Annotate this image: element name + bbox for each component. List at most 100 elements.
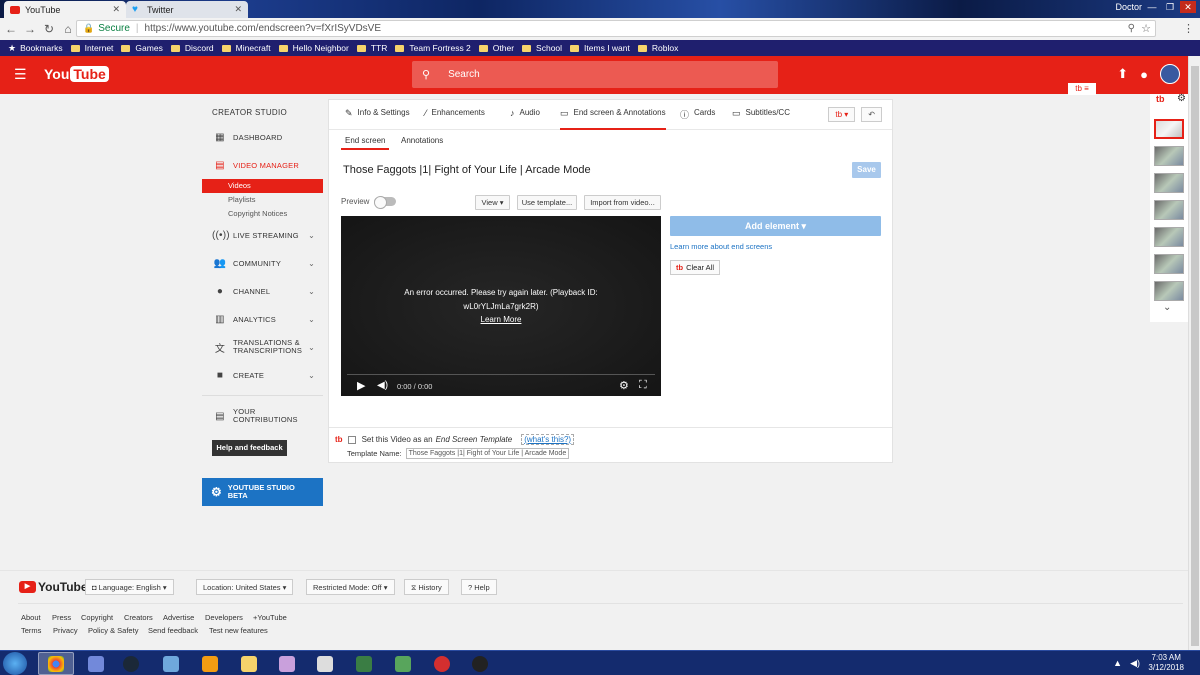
maximize-icon[interactable]: ❐	[1162, 1, 1178, 13]
zoom-icon[interactable]: ⚲	[1128, 23, 1135, 34]
learn-more-link[interactable]: Learn More	[341, 315, 661, 324]
volume-icon[interactable]: ◀)	[377, 380, 388, 391]
whats-this-link[interactable]: (what's this?)	[521, 434, 575, 445]
view-dropdown[interactable]: View ▾	[475, 195, 510, 210]
page-scrollbar[interactable]	[1188, 56, 1200, 650]
media-player-taskbar-icon[interactable]	[192, 652, 228, 675]
clear-all-button[interactable]: tb Clear All	[670, 260, 720, 275]
help-button[interactable]: ? Help	[461, 579, 497, 595]
back-arrow-icon[interactable]: ↶	[861, 107, 882, 122]
search-input[interactable]: ⚲ Search	[412, 61, 778, 88]
bookmark-item[interactable]: ★ Bookmarks	[8, 43, 63, 54]
settings-gear-icon[interactable]: ⚙	[619, 379, 629, 392]
footer-link[interactable]: Developers	[205, 613, 243, 622]
discord-taskbar-icon[interactable]	[78, 652, 114, 675]
app-taskbar-icon[interactable]	[153, 652, 189, 675]
tab-audio[interactable]: ♪ Audio	[510, 108, 540, 130]
bookmark-item[interactable]: TTR	[356, 43, 387, 53]
set-template-checkbox[interactable]	[347, 435, 356, 444]
video-player[interactable]: An error occurred. Please try again late…	[341, 216, 661, 396]
fullscreen-icon[interactable]: ⛶	[639, 379, 647, 392]
bookmark-item[interactable]: Items I want	[570, 43, 630, 53]
file-explorer-taskbar-icon[interactable]	[231, 652, 267, 675]
template-name-input[interactable]: Those Faggots |1| Fight of Your Life | A…	[405, 448, 570, 459]
video-thumbnail[interactable]	[1154, 254, 1184, 274]
sidebar-item-translations[interactable]: 文 TRANSLATIONS & TRANSCRIPTIONS ⌄	[202, 333, 323, 361]
sidebar-item-your-contributions[interactable]: ▤ YOUR CONTRIBUTIONS	[202, 402, 323, 430]
progress-bar[interactable]	[347, 374, 655, 375]
forward-icon[interactable]: →	[22, 22, 38, 36]
toggle-switch[interactable]	[374, 196, 397, 209]
video-thumbnail[interactable]	[1154, 227, 1184, 247]
tray-arrow-icon[interactable]: ▲	[1113, 658, 1122, 669]
chevron-down-icon[interactable]: ⌄	[1163, 302, 1171, 313]
import-from-video-button[interactable]: Import from video...	[584, 195, 661, 210]
sidebar-item-create[interactable]: ■ CREATE ⌄	[202, 361, 323, 389]
extension-dropdown-button[interactable]: tb ▾	[828, 107, 856, 122]
bookmark-item[interactable]: Other	[478, 43, 514, 53]
sidebar-sub-videos[interactable]: Videos	[202, 179, 323, 193]
tab-subtitles[interactable]: ▭ Subtitles/CC	[732, 108, 790, 130]
cursor-app-taskbar-icon[interactable]	[424, 652, 460, 675]
bookmark-item[interactable]: Games	[121, 43, 163, 53]
save-button[interactable]: Save	[852, 162, 881, 178]
youtube-studio-beta-button[interactable]: ⚙ YOUTUBE STUDIO BETA	[202, 478, 323, 506]
tab-end-screen-annotations[interactable]: ▭ End screen & Annotations	[560, 108, 666, 130]
bookmark-item[interactable]: Roblox	[637, 43, 678, 53]
tab-cards[interactable]: ⓘ Cards	[680, 108, 715, 130]
subtab-annotations[interactable]: Annotations	[401, 136, 443, 150]
scrollbar-thumb[interactable]	[1191, 66, 1199, 646]
chrome-taskbar-icon[interactable]	[38, 652, 74, 675]
app-taskbar-icon[interactable]	[346, 652, 382, 675]
add-element-button[interactable]: Add element ▾	[670, 216, 881, 236]
sidebar-item-analytics[interactable]: ▥ ANALYTICS ⌄	[202, 305, 323, 333]
footer-link[interactable]: Terms	[21, 626, 41, 635]
history-button[interactable]: ⧖ History	[404, 579, 449, 595]
extension-menu-icon[interactable]: tb ≡	[1068, 83, 1096, 95]
footer-link[interactable]: Send feedback	[148, 626, 198, 635]
footer-logo[interactable]: ▶ YouTube	[19, 580, 88, 594]
footer-link[interactable]: +YouTube	[253, 613, 287, 622]
footer-link[interactable]: Press	[52, 613, 71, 622]
sidebar-item-dashboard[interactable]: ▦ DASHBOARD	[202, 123, 323, 151]
close-window-icon[interactable]: ✕	[1180, 1, 1196, 13]
notifications-icon[interactable]: ●	[1140, 67, 1148, 82]
bookmark-item[interactable]: School	[522, 43, 562, 53]
hamburger-menu-icon[interactable]: ☰	[14, 66, 27, 83]
help-feedback-button[interactable]: Help and feedback	[212, 440, 287, 456]
sidebar-sub-playlists[interactable]: Playlists	[202, 193, 323, 207]
paint-taskbar-icon[interactable]	[269, 652, 305, 675]
avatar[interactable]	[1160, 64, 1180, 84]
volume-tray-icon[interactable]: ◀)	[1130, 658, 1140, 669]
bookmark-item[interactable]: Team Fortress 2	[395, 43, 471, 53]
tab-enhancements[interactable]: ⁄ Enhancements	[425, 108, 485, 130]
back-icon[interactable]: ←	[3, 22, 19, 36]
sidebar-sub-copyright-notices[interactable]: Copyright Notices	[202, 207, 323, 221]
reload-icon[interactable]: ↻	[41, 22, 57, 36]
sidebar-item-live-streaming[interactable]: ((•)) LIVE STREAMING ⌄	[202, 221, 323, 249]
restricted-mode-button[interactable]: Restricted Mode: Off ▾	[306, 579, 395, 595]
footer-link[interactable]: Advertise	[163, 613, 194, 622]
learn-end-screens-link[interactable]: Learn more about end screens	[670, 242, 772, 251]
youtube-logo[interactable]: You Tube	[44, 66, 109, 82]
sidebar-item-channel[interactable]: ● CHANNEL ⌄	[202, 277, 323, 305]
footer-link[interactable]: About	[21, 613, 41, 622]
video-thumbnail[interactable]	[1154, 200, 1184, 220]
app-taskbar-icon[interactable]	[385, 652, 421, 675]
home-icon[interactable]: ⌂	[60, 22, 76, 36]
tab-info-settings[interactable]: ✎ Info & Settings	[345, 108, 410, 130]
footer-link[interactable]: Privacy	[53, 626, 78, 635]
play-icon[interactable]: ▶	[357, 379, 365, 392]
bookmark-star-icon[interactable]: ☆	[1141, 22, 1151, 35]
taskbar-clock[interactable]: 7:03 AM 3/12/2018	[1148, 653, 1184, 673]
address-bar[interactable]: 🔒 Secure | https://www.youtube.com/endsc…	[76, 20, 1156, 37]
video-thumbnail[interactable]	[1154, 281, 1184, 301]
bookmark-item[interactable]: Hello Neighbor	[278, 43, 349, 53]
language-button[interactable]: ◘ Language: English ▾	[85, 579, 174, 595]
footer-link[interactable]: Test new features	[209, 626, 268, 635]
minimize-icon[interactable]: —	[1144, 1, 1160, 13]
app-taskbar-icon[interactable]	[307, 652, 343, 675]
bookmark-item[interactable]: Internet	[70, 43, 113, 53]
gear-icon[interactable]: ⚙	[1177, 93, 1186, 104]
tab-youtube[interactable]: YouTube ✕	[4, 1, 126, 18]
